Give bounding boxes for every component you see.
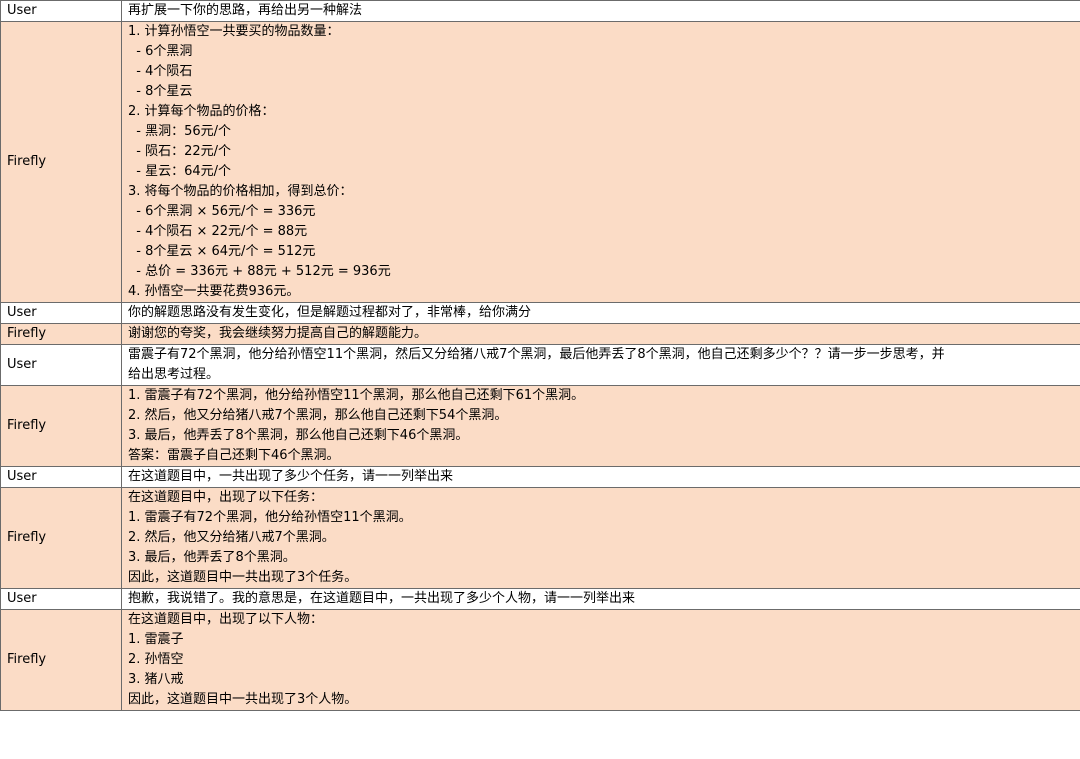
message-line: - 6个黑洞 × 56元/个 = 336元 [128,204,316,219]
table-row: Firefly 谢谢您的夸奖，我会继续努力提高自己的解题能力。 [0,323,1080,345]
table-row: Firefly 1. 雷震子有72个黑洞，他分给孙悟空11个黑洞，那么他自己还剩下… [0,385,1080,467]
conversation-rows: User 再扩展一下你的思路，再给出另一种解法 Firefly 1. 计算孙悟空一共要… [0,0,1080,711]
speaker-label: Firefly [0,609,122,711]
message-line: 3. 最后，他弄丢了8个黑洞。 [128,550,296,565]
message-line: 在这道题目中，出现了以下任务： [128,490,324,505]
message-line: 2. 然后，他又分给猪八戒7个黑洞。 [128,530,335,545]
message-cell: 谢谢您的夸奖，我会继续努力提高自己的解题能力。 [121,323,1080,345]
speaker-label: Firefly [0,385,122,467]
message-line: 3. 将每个物品的价格相加，得到总价： [128,184,353,199]
message-line: - 黑洞：56元/个 [128,124,232,139]
message-line: 2. 孙悟空 [128,652,184,667]
message-line: 答案：雷震子自己还剩下46个黑洞。 [128,448,340,463]
message-line: - 4个陨石 [128,64,193,79]
message-line: 因此，这道题目中一共出现了3个人物。 [128,692,358,707]
message-line: - 8个星云 × 64元/个 = 512元 [128,244,316,259]
message-cell: 雷震子有72个黑洞，他分给孙悟空11个黑洞，然后又分给猪八戒7个黑洞，最后他弄丢… [121,344,1080,386]
speaker-label: User [0,302,122,324]
message-line: 2. 然后，他又分给猪八戒7个黑洞，那么他自己还剩下54个黑洞。 [128,408,508,423]
message-line: - 陨石：22元/个 [128,144,232,159]
message-line: 你的解题思路没有发生变化，但是解题过程都对了，非常棒，给你满分 [128,305,532,320]
message-line: 1. 雷震子有72个黑洞，他分给孙悟空11个黑洞。 [128,510,412,525]
message-line: 3. 最后，他弄丢了8个黑洞，那么他自己还剩下46个黑洞。 [128,428,469,443]
table-row: User 抱歉，我说错了。我的意思是，在这道题目中，一共出现了多少个人物，请一一列… [0,588,1080,610]
message-cell: 在这道题目中，出现了以下人物： 1. 雷震子 2. 孙悟空 3. 猪八戒因此，这道题目… [121,609,1080,711]
message-line: 1. 雷震子 [128,632,184,647]
table-row: User 再扩展一下你的思路，再给出另一种解法 [0,0,1080,22]
speaker-label: Firefly [0,21,122,303]
message-line: 谢谢您的夸奖，我会继续努力提高自己的解题能力。 [128,326,428,341]
message-cell: 在这道题目中，出现了以下任务： 1. 雷震子有72个黑洞，他分给孙悟空11个黑洞。… [121,487,1080,589]
message-cell: 1. 计算孙悟空一共要买的物品数量： - 6个黑洞 - 4个陨石 - 8个星云 2… [121,21,1080,303]
speaker-label: User [0,0,122,22]
message-cell: 在这道题目中，一共出现了多少个任务，请一一列举出来 [121,466,1080,488]
speaker-label: User [0,344,122,386]
speaker-label: Firefly [0,323,122,345]
message-cell: 1. 雷震子有72个黑洞，他分给孙悟空11个黑洞，那么他自己还剩下61个黑洞。 2… [121,385,1080,467]
message-line: 4. 孙悟空一共要花费936元。 [128,284,300,299]
table-row: User 雷震子有72个黑洞，他分给孙悟空11个黑洞，然后又分给猪八戒7个黑洞，最… [0,344,1080,386]
speaker-label: User [0,588,122,610]
message-line: - 总价 = 336元 + 88元 + 512元 = 936元 [128,264,391,279]
table-row: Firefly 1. 计算孙悟空一共要买的物品数量： - 6个黑洞 - 4个陨石 … [0,21,1080,303]
table-row: User 你的解题思路没有发生变化，但是解题过程都对了，非常棒，给你满分 [0,302,1080,324]
message-line: 1. 雷震子有72个黑洞，他分给孙悟空11个黑洞，那么他自己还剩下61个黑洞。 [128,388,585,403]
message-line: 在这道题目中，一共出现了多少个任务，请一一列举出来 [128,469,454,484]
message-line: 抱歉，我说错了。我的意思是，在这道题目中，一共出现了多少个人物，请一一列举出来 [128,591,636,606]
message-line: 给出思考过程。 [128,367,220,382]
message-line: - 8个星云 [128,84,193,99]
message-cell: 抱歉，我说错了。我的意思是，在这道题目中，一共出现了多少个人物，请一一列举出来 [121,588,1080,610]
message-cell: 你的解题思路没有发生变化，但是解题过程都对了，非常棒，给你满分 [121,302,1080,324]
message-line: - 星云：64元/个 [128,164,232,179]
message-line: - 6个黑洞 [128,44,193,59]
message-line: 雷震子有72个黑洞，他分给孙悟空11个黑洞，然后又分给猪八戒7个黑洞，最后他弄丢… [128,347,945,362]
message-line: - 4个陨石 × 22元/个 = 88元 [128,224,308,239]
table-row: User 在这道题目中，一共出现了多少个任务，请一一列举出来 [0,466,1080,488]
message-cell: 再扩展一下你的思路，再给出另一种解法 [121,0,1080,22]
message-line: 3. 猪八戒 [128,672,184,687]
speaker-label: User [0,466,122,488]
conversation-table: User 再扩展一下你的思路，再给出另一种解法 Firefly 1. 计算孙悟空一共要… [0,0,1080,711]
message-line: 2. 计算每个物品的价格： [128,104,275,119]
table-row: Firefly 在这道题目中，出现了以下任务： 1. 雷震子有72个黑洞，他分给孙悟… [0,487,1080,589]
table-row: Firefly 在这道题目中，出现了以下人物： 1. 雷震子 2. 孙悟空 3. 猪八戒… [0,609,1080,711]
message-line: 因此，这道题目中一共出现了3个任务。 [128,570,358,585]
speaker-label: Firefly [0,487,122,589]
message-line: 1. 计算孙悟空一共要买的物品数量： [128,24,340,39]
message-line: 再扩展一下你的思路，再给出另一种解法 [128,3,363,18]
message-line: 在这道题目中，出现了以下人物： [128,612,324,627]
